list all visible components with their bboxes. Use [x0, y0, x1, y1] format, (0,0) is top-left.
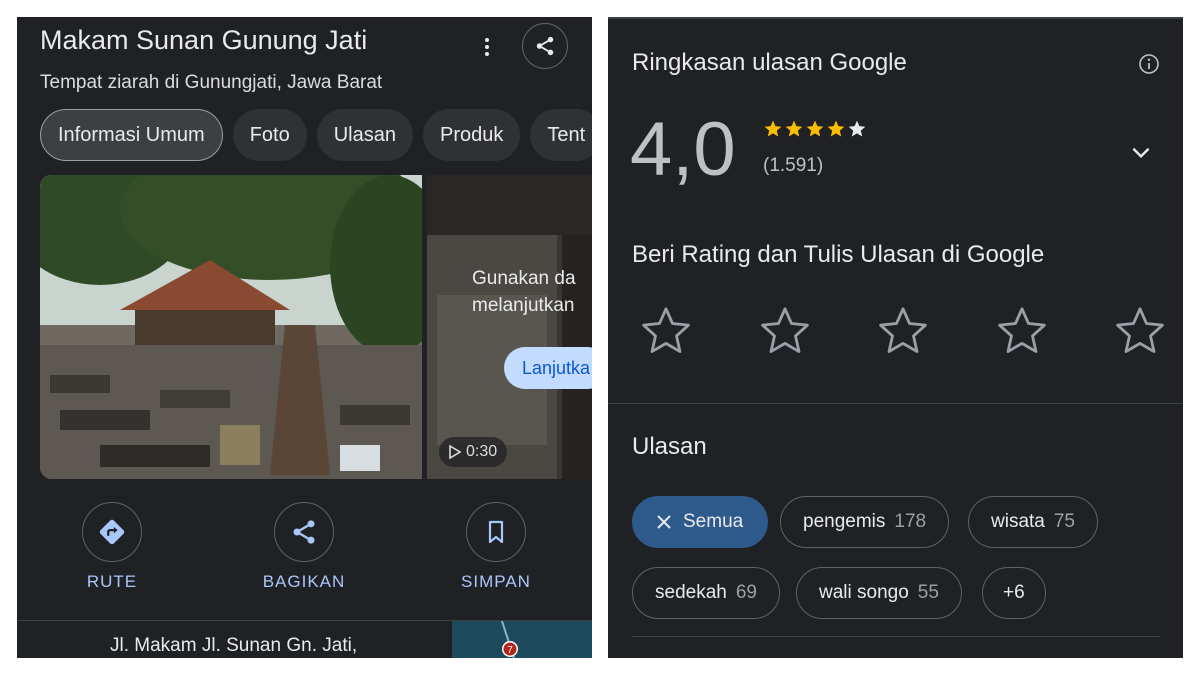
video-duration-badge: 0:30: [439, 437, 508, 467]
rate-and-review-title: Beri Rating dan Tulis Ulasan di Google: [632, 241, 1045, 268]
star-filled-icon: [806, 120, 824, 137]
place-title: Makam Sunan Gunung Jati: [40, 25, 368, 55]
tab-foto[interactable]: Foto: [232, 109, 307, 161]
video-overlay-line2: melanjutkan: [472, 295, 575, 316]
place-tabs: Informasi Umum Foto Ulasan Produk Tent: [40, 109, 592, 161]
chip-wisata[interactable]: wisata 75: [968, 496, 1098, 548]
share-icon: [536, 36, 554, 56]
chip-count: 69: [735, 582, 757, 603]
star-filled-icon: [764, 120, 782, 137]
chip-count: 75: [1053, 511, 1075, 532]
rate-stars-row: [638, 303, 1168, 359]
chip-label: pengemis: [803, 511, 886, 532]
share-icon: [293, 520, 315, 544]
chip-sedekah[interactable]: sedekah 69: [632, 567, 780, 619]
tab-ulasan[interactable]: Ulasan: [316, 109, 413, 161]
tab-informasi-umum[interactable]: Informasi Umum: [40, 109, 223, 161]
info-icon[interactable]: [1138, 53, 1160, 75]
bookmark-icon: [488, 520, 504, 544]
chip-wali-songo[interactable]: wali songo 55: [796, 567, 962, 619]
divider: [608, 403, 1183, 404]
rating-stars: [763, 119, 867, 139]
map-thumbnail[interactable]: 7: [452, 621, 592, 658]
rate-star-2-icon[interactable]: [757, 303, 813, 359]
address-text[interactable]: Jl. Makam Jl. Sunan Gn. Jati,: [110, 635, 357, 657]
continue-button[interactable]: Lanjutka: [504, 347, 592, 389]
save-action[interactable]: SIMPAN: [436, 502, 556, 592]
save-button[interactable]: [466, 502, 526, 562]
review-summary-title: Ringkasan ulasan Google: [632, 49, 907, 76]
rate-star-4-icon[interactable]: [994, 303, 1050, 359]
review-summary-panel: Ringkasan ulasan Google 4,0 (1.591) Beri…: [608, 17, 1183, 658]
divider: [632, 636, 1160, 637]
video-overlay-line1: Gunakan da: [472, 268, 576, 289]
chip-more[interactable]: +6: [982, 567, 1046, 619]
share-label: BAGIKAN: [262, 572, 346, 591]
play-icon: [449, 445, 461, 459]
video-overlay-text: Gunakan da melanjutkan: [472, 265, 576, 319]
map-badge-number: 7: [507, 645, 513, 656]
route-label: RUTE: [86, 572, 138, 591]
place-subtitle: Tempat ziarah di Gunungjati, Jawa Barat: [40, 72, 383, 93]
directions-icon: [99, 519, 125, 545]
rate-star-3-icon[interactable]: [875, 303, 931, 359]
place-photo[interactable]: [40, 175, 422, 479]
chip-label: +6: [1003, 582, 1025, 603]
chip-count: 178: [894, 511, 927, 532]
chip-pengemis[interactable]: pengemis 178: [780, 496, 950, 548]
chip-count: 55: [917, 582, 939, 603]
share-action[interactable]: BAGIKAN: [244, 502, 364, 592]
more-options-icon[interactable]: [475, 33, 499, 61]
route-button[interactable]: [82, 502, 142, 562]
chip-label: Semua: [683, 511, 744, 532]
tab-tentang[interactable]: Tent: [530, 109, 592, 161]
rate-star-1-icon[interactable]: [638, 303, 694, 359]
chip-label: sedekah: [655, 582, 727, 603]
save-label: SIMPAN: [461, 572, 531, 591]
star-filled-icon: [827, 120, 845, 137]
chip-label: wali songo: [819, 582, 909, 603]
reviews-title: Ulasan: [632, 433, 707, 460]
tab-produk[interactable]: Produk: [423, 109, 521, 161]
chip-semua[interactable]: Semua: [632, 496, 769, 548]
video-duration-text: 0:30: [466, 443, 498, 460]
share-action-button[interactable]: [274, 502, 334, 562]
rate-star-5-icon[interactable]: [1112, 303, 1168, 359]
average-rating: 4,0: [630, 107, 736, 192]
route-action[interactable]: RUTE: [52, 502, 172, 592]
close-icon: [657, 515, 671, 529]
star-empty-icon: [848, 120, 866, 137]
review-count: (1.591): [763, 155, 824, 176]
place-video[interactable]: Gunakan da melanjutkan Lanjutka 0:30: [427, 175, 592, 479]
place-overview-panel: Makam Sunan Gunung Jati Tempat ziarah di…: [17, 17, 592, 658]
star-filled-icon: [785, 120, 803, 137]
chip-label: wisata: [991, 511, 1045, 532]
chevron-down-icon[interactable]: [1128, 139, 1154, 165]
share-button[interactable]: [522, 23, 568, 69]
